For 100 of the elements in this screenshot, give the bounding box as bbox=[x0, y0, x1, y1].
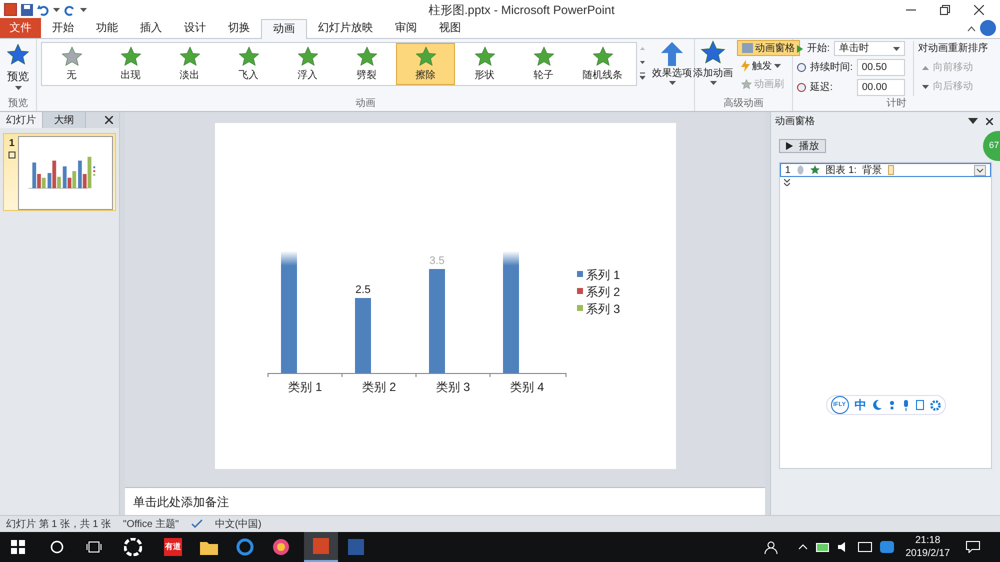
task-view-icon[interactable] bbox=[86, 541, 102, 553]
dropdown-icon[interactable] bbox=[974, 164, 986, 176]
colorful-circle-icon[interactable] bbox=[272, 538, 290, 556]
ribbon-tab[interactable]: 幻灯片放映 bbox=[307, 18, 384, 38]
pane-badge: 67 bbox=[983, 131, 1000, 161]
windows-start-icon[interactable] bbox=[11, 540, 25, 554]
animation-option[interactable]: 随机线条 bbox=[573, 43, 632, 85]
notes-field[interactable]: 单击此处添加备注 bbox=[125, 487, 765, 515]
punctuation-icon[interactable] bbox=[888, 400, 896, 410]
language-status[interactable]: 中文(中国) bbox=[214, 516, 262, 532]
animation-list-item[interactable]: 1 图表 1: 背景 bbox=[780, 163, 991, 177]
pane-icon bbox=[742, 43, 753, 53]
clock-date[interactable]: 2019/2/17 bbox=[906, 547, 950, 560]
animation-option[interactable]: 浮入 bbox=[278, 43, 337, 85]
chevron-up-icon[interactable] bbox=[798, 544, 808, 550]
duration-label: 持续时间: bbox=[810, 60, 853, 75]
star-icon bbox=[238, 46, 260, 68]
category-label: 类别 2 bbox=[362, 380, 396, 394]
expand-icon[interactable] bbox=[784, 179, 790, 186]
star-icon bbox=[414, 46, 436, 68]
spellcheck-icon[interactable] bbox=[190, 519, 203, 529]
input-mode-button[interactable]: 中 bbox=[854, 396, 866, 414]
star-icon bbox=[296, 46, 318, 68]
group-label: 预览 bbox=[8, 97, 28, 111]
caret-icon bbox=[14, 86, 22, 90]
group-label: 高级动画 bbox=[722, 96, 764, 111]
star-icon bbox=[810, 165, 820, 175]
animation-option[interactable]: 擦除 bbox=[396, 43, 455, 85]
customize-caret-icon bbox=[80, 8, 87, 12]
ribbon-tab[interactable]: 审阅 bbox=[384, 18, 428, 38]
star-plus-icon bbox=[700, 40, 726, 66]
timeline-bar-icon bbox=[888, 165, 894, 175]
ribbon-tab[interactable]: 切换 bbox=[217, 18, 261, 38]
panel-tab[interactable]: 大纲 bbox=[43, 112, 86, 128]
trigger-button[interactable]: 触发 bbox=[737, 58, 800, 74]
duration-field[interactable]: 00.50 bbox=[856, 59, 905, 76]
search-icon[interactable] bbox=[50, 540, 64, 554]
start-label: 开始: bbox=[807, 42, 830, 56]
network-icon[interactable] bbox=[858, 542, 872, 552]
animation-option[interactable]: 轮子 bbox=[514, 43, 573, 85]
save-icon[interactable] bbox=[21, 4, 33, 16]
effect-options-button[interactable]: 效果选项 bbox=[652, 42, 692, 96]
ribbon-tab[interactable]: 设计 bbox=[173, 18, 217, 38]
animation-option[interactable]: 飞入 bbox=[219, 43, 278, 85]
legend-label: 系列 1 bbox=[586, 268, 620, 282]
star-play-icon bbox=[6, 43, 30, 67]
caret-icon bbox=[53, 8, 60, 12]
category-label: 类别 4 bbox=[510, 380, 544, 394]
add-animation-button[interactable]: 添加动画 bbox=[695, 40, 731, 96]
caret-icon bbox=[668, 81, 676, 85]
preview-button[interactable]: 预览 bbox=[6, 39, 30, 96]
ribbon-tab[interactable]: 视图 bbox=[428, 18, 472, 38]
star-icon bbox=[592, 46, 614, 68]
microphone-icon[interactable] bbox=[902, 400, 910, 410]
folder-icon[interactable] bbox=[200, 540, 218, 554]
close-icon[interactable] bbox=[974, 4, 984, 14]
clock-time[interactable]: 21:18 bbox=[915, 534, 940, 547]
ribbon-tab[interactable]: 开始 bbox=[41, 18, 85, 38]
close-icon[interactable] bbox=[986, 118, 993, 124]
animation-option[interactable]: 出现 bbox=[101, 43, 160, 85]
ribbon-tab[interactable]: 插入 bbox=[129, 18, 173, 38]
slide-thumbnail-item[interactable]: 1 bbox=[3, 133, 116, 211]
settings-icon[interactable] bbox=[930, 400, 940, 410]
lightning-icon bbox=[741, 60, 750, 72]
panel-tab[interactable]: 幻灯片 bbox=[0, 112, 43, 128]
restore-icon[interactable] bbox=[940, 4, 950, 14]
star-brush-icon bbox=[741, 78, 752, 90]
animation-option[interactable]: 形状 bbox=[455, 43, 514, 85]
file-tab[interactable]: 文件 bbox=[0, 18, 41, 38]
ribbon-tab[interactable]: 动画 bbox=[261, 19, 307, 39]
star-icon bbox=[60, 46, 82, 68]
play-button[interactable]: 播放 bbox=[779, 139, 826, 153]
down-triangle-icon bbox=[922, 84, 929, 88]
moon-icon[interactable] bbox=[872, 400, 882, 410]
slide-status: 幻灯片 第 1 张，共 1 张 bbox=[6, 518, 112, 532]
animation-option[interactable]: 淡出 bbox=[160, 43, 219, 85]
redo-icon[interactable] bbox=[64, 4, 76, 16]
play-icon bbox=[786, 142, 793, 150]
dictionary-app-icon[interactable]: 有道 bbox=[164, 538, 182, 556]
slide-number: 1 bbox=[9, 137, 15, 151]
ribbon-tab[interactable]: 功能 bbox=[85, 18, 129, 38]
pane-menu-icon[interactable] bbox=[968, 118, 978, 124]
animation-option[interactable]: 劈裂 bbox=[337, 43, 396, 85]
help-icon[interactable] bbox=[980, 20, 996, 36]
animation-indicator-icon bbox=[8, 151, 16, 159]
battery-icon[interactable] bbox=[816, 542, 830, 552]
notification-icon[interactable] bbox=[966, 541, 980, 553]
animation-pane-button[interactable]: 动画窗格 bbox=[737, 40, 800, 56]
item-label: 图表 1: 背景 bbox=[826, 164, 882, 178]
close-icon[interactable] bbox=[105, 116, 113, 124]
minimize-ribbon-icon[interactable] bbox=[967, 25, 976, 32]
reorder-title: 对动画重新排序 bbox=[918, 42, 988, 56]
undo-icon[interactable] bbox=[37, 4, 49, 16]
keyboard-icon[interactable] bbox=[916, 400, 924, 410]
delay-field[interactable]: 00.00 bbox=[857, 79, 905, 96]
start-dropdown[interactable]: 单击时 bbox=[834, 41, 905, 56]
animation-option[interactable]: 无 bbox=[42, 43, 101, 85]
people-icon[interactable] bbox=[764, 540, 778, 554]
star-icon bbox=[356, 46, 378, 68]
arrow-up-icon bbox=[661, 42, 683, 66]
